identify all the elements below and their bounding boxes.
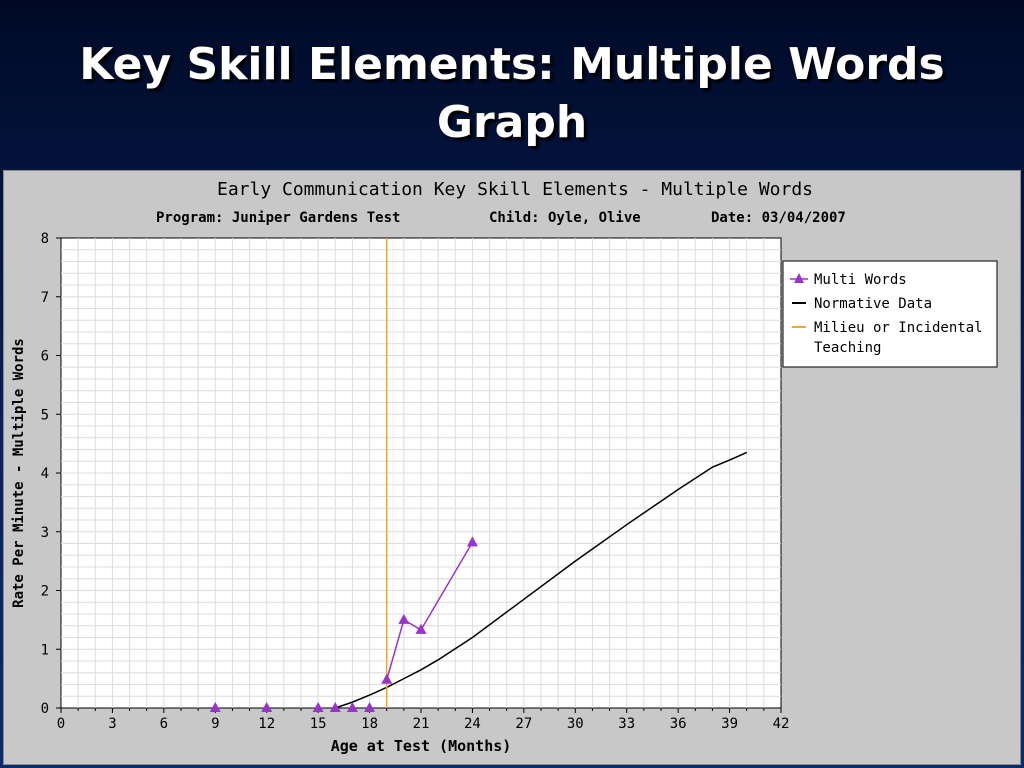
- chart-title: Early Communication Key Skill Elements -…: [217, 179, 813, 200]
- y-tick-label: 4: [41, 466, 49, 482]
- chart-subtitle-date: Date: 03/04/2007: [711, 210, 846, 226]
- legend-multi-words-label: Multi Words: [814, 272, 907, 288]
- y-tick-label: 7: [41, 290, 49, 306]
- chart-panel: Early Communication Key Skill Elements -…: [3, 170, 1021, 765]
- x-tick-label: 33: [618, 716, 635, 732]
- x-tick-label: 39: [721, 716, 738, 732]
- x-tick-label: 9: [211, 716, 219, 732]
- y-tick-label: 5: [41, 407, 49, 423]
- y-tick-label: 2: [41, 584, 49, 600]
- x-tick-label: 21: [413, 716, 430, 732]
- x-tick-label: 3: [108, 716, 116, 732]
- y-tick-label: 8: [41, 231, 49, 247]
- legend: Multi Words Normative Data Milieu or Inc…: [782, 260, 998, 368]
- y-axis-label: Rate Per Minute - Multiple Words: [11, 338, 27, 608]
- legend-normative-label: Normative Data: [814, 296, 932, 312]
- x-tick-label: 0: [57, 716, 65, 732]
- slide-title-line-1: Key Skill Elements: Multiple Words: [79, 39, 945, 90]
- slide-title: Key Skill Elements: Multiple Words Graph: [0, 36, 1024, 152]
- x-tick-label: 15: [310, 716, 327, 732]
- x-tick-label: 6: [160, 716, 168, 732]
- x-tick-label: 36: [670, 716, 687, 732]
- x-tick-label: 42: [773, 716, 790, 732]
- legend-milieu-label-line-1: Milieu or Incidental: [814, 320, 983, 336]
- x-tick-label: 27: [515, 716, 532, 732]
- chart-subtitle-child: Child: Oyle, Olive: [489, 210, 641, 226]
- y-tick-label: 6: [41, 349, 49, 365]
- slide-title-line-2: Graph: [436, 97, 588, 148]
- multiple-words-chart: Early Communication Key Skill Elements -…: [11, 179, 998, 755]
- y-tick-label: 0: [41, 701, 49, 717]
- legend-milieu-label-line-2: Teaching: [814, 340, 881, 356]
- chart-subtitle-program: Program: Juniper Gardens Test: [156, 210, 400, 226]
- x-tick-label: 30: [567, 716, 584, 732]
- x-tick-label: 12: [258, 716, 275, 732]
- x-tick-label: 18: [361, 716, 378, 732]
- x-tick-label: 24: [464, 716, 481, 732]
- y-tick-label: 1: [41, 642, 49, 658]
- y-tick-label: 3: [41, 525, 49, 541]
- x-axis-label: Age at Test (Months): [331, 737, 512, 755]
- grid-lines: [61, 238, 781, 708]
